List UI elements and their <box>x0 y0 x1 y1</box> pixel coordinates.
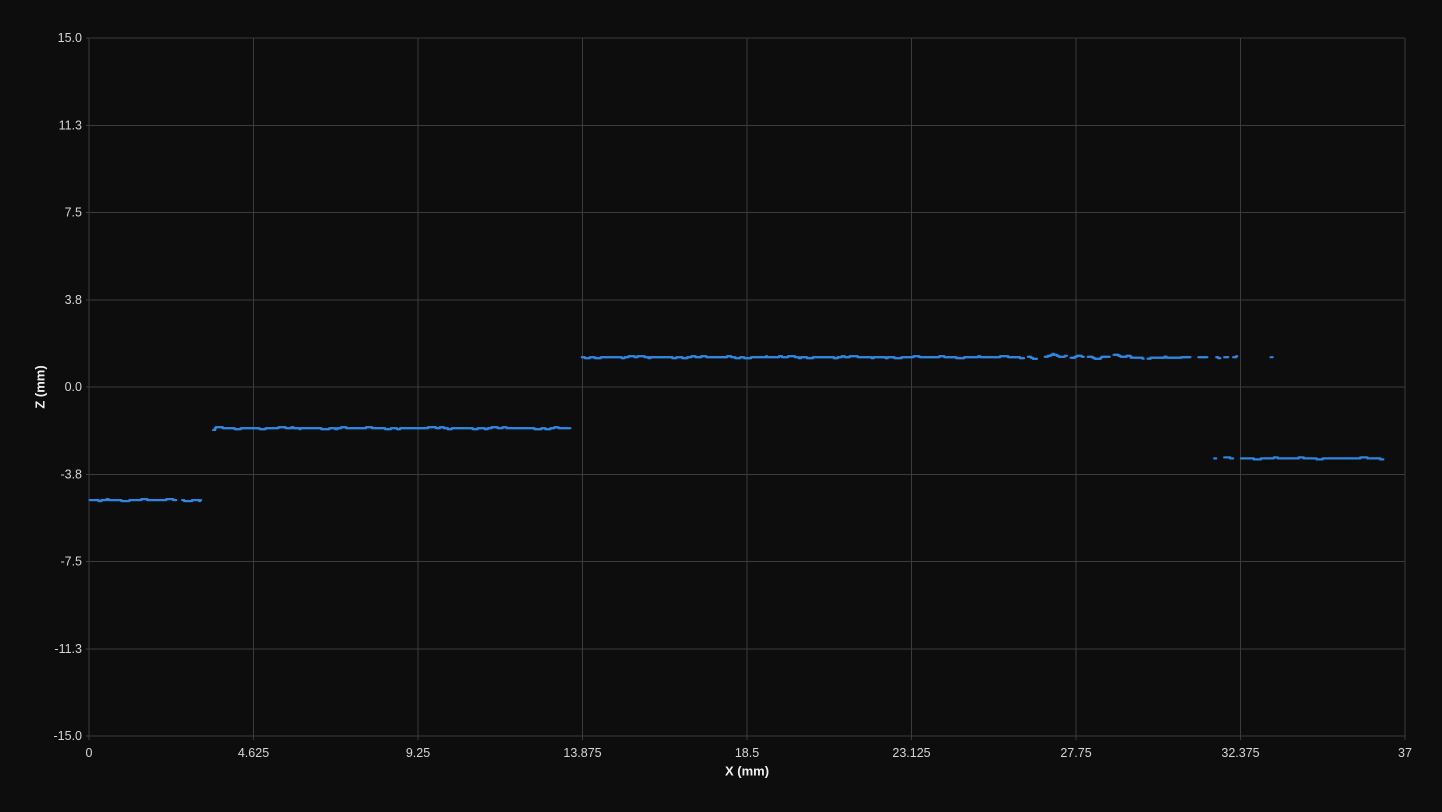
profile-points <box>88 352 1385 503</box>
x-tick-label: 18.5 <box>735 746 759 760</box>
y-tick-label: -3.8 <box>60 467 82 481</box>
x-tick-label: 32.375 <box>1221 746 1259 760</box>
y-tick-label: 0.0 <box>65 380 82 394</box>
y-axis-title: Z (mm) <box>32 365 48 409</box>
x-tick-label: 4.625 <box>238 746 269 760</box>
x-tick-label: 37 <box>1398 746 1412 760</box>
y-tick-label: 15.0 <box>58 31 82 45</box>
isolated-point <box>212 429 217 431</box>
x-tick-label: 27.75 <box>1060 746 1091 760</box>
x-tick-label: 13.875 <box>563 746 601 760</box>
profile-chart: 0 4.625 9.25 13.875 18.5 23.125 27.75 32.375 37 1… <box>0 0 1442 812</box>
y-tick-label: 3.8 <box>65 293 82 307</box>
y-tick-label: -11.3 <box>54 642 82 656</box>
profile-plot-canvas[interactable]: 0 4.625 9.25 13.875 18.5 23.125 27.75 32.375 37 1… <box>0 0 1442 812</box>
isolated-point <box>1269 356 1274 359</box>
x-tick-label: 0 <box>86 746 93 760</box>
x-axis-title: X (mm) <box>724 763 770 779</box>
y-tick-label: -15.0 <box>54 729 83 743</box>
gridlines <box>86 37 1406 740</box>
tick-labels: 0 4.625 9.25 13.875 18.5 23.125 27.75 32.375 37 1… <box>54 31 1412 760</box>
x-tick-label: 9.25 <box>406 746 430 760</box>
y-tick-label: 7.5 <box>65 206 82 220</box>
y-tick-label: 11.3 <box>59 118 82 132</box>
y-tick-label: -7.5 <box>60 555 82 569</box>
x-tick-label: 23.125 <box>892 746 930 760</box>
